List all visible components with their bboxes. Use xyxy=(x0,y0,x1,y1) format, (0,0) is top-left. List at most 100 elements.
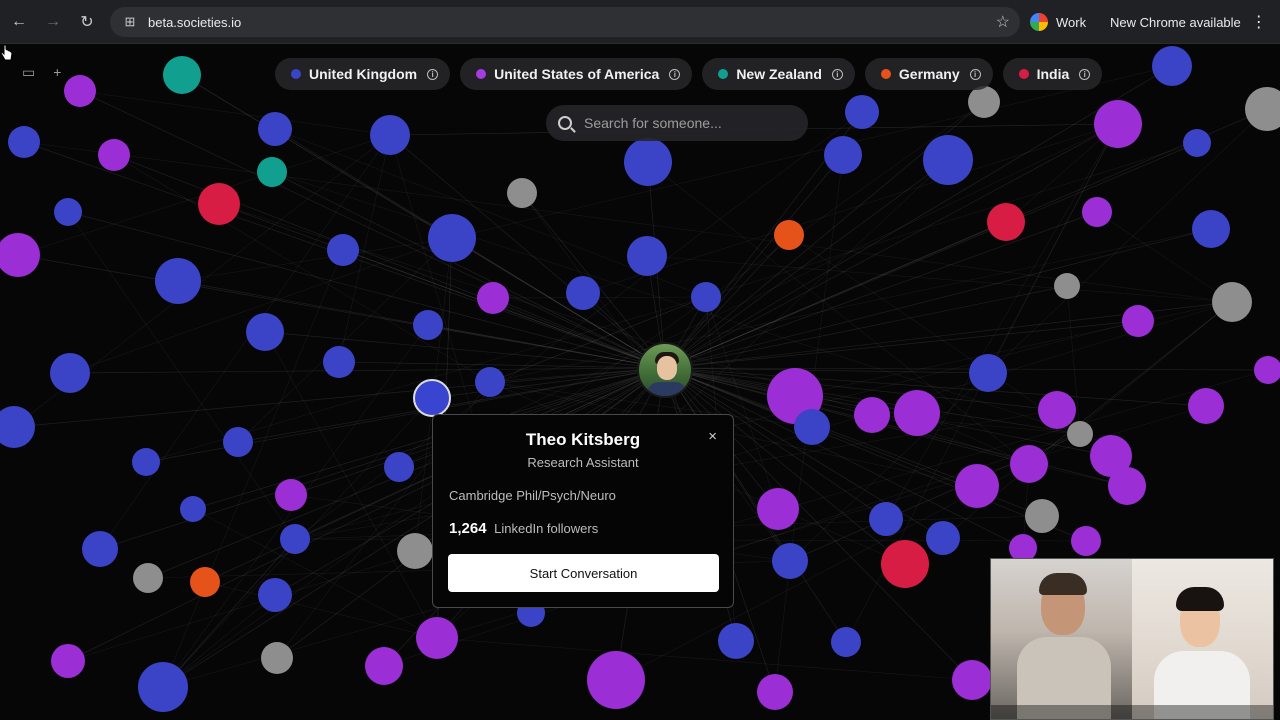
graph-node[interactable] xyxy=(1122,305,1154,337)
search-input[interactable] xyxy=(584,115,804,131)
network-graph-canvas[interactable]: ▭ + United Kingdom i United States of Am… xyxy=(0,44,1280,720)
graph-node[interactable] xyxy=(8,126,40,158)
filter-chip-new-zealand[interactable]: New Zealand i xyxy=(702,58,855,90)
graph-node[interactable] xyxy=(824,136,862,174)
chrome-update-button[interactable]: New Chrome available ⋮ xyxy=(1110,8,1267,36)
graph-node[interactable] xyxy=(275,479,307,511)
graph-node[interactable] xyxy=(955,464,999,508)
graph-node[interactable] xyxy=(627,236,667,276)
graph-node[interactable] xyxy=(1192,210,1230,248)
graph-node[interactable] xyxy=(413,310,443,340)
graph-node[interactable] xyxy=(0,406,35,448)
start-conversation-button[interactable]: Start Conversation xyxy=(448,554,719,592)
graph-node[interactable] xyxy=(969,354,1007,392)
graph-node[interactable] xyxy=(132,448,160,476)
graph-node[interactable] xyxy=(926,521,960,555)
bookmark-star-icon[interactable]: ☆ xyxy=(996,12,1010,32)
graph-node[interactable] xyxy=(51,644,85,678)
back-icon[interactable]: ← xyxy=(4,7,34,37)
graph-node[interactable] xyxy=(327,234,359,266)
add-icon[interactable]: + xyxy=(53,64,61,81)
graph-node[interactable] xyxy=(384,452,414,482)
graph-node[interactable] xyxy=(1067,421,1093,447)
graph-node[interactable] xyxy=(691,282,721,312)
selected-person-photo-node[interactable] xyxy=(637,342,693,398)
graph-node[interactable] xyxy=(163,56,201,94)
filter-chip-india[interactable]: India i xyxy=(1002,58,1103,90)
graph-node[interactable] xyxy=(397,533,433,569)
graph-node[interactable] xyxy=(587,651,645,709)
graph-node[interactable] xyxy=(1082,197,1112,227)
graph-node[interactable] xyxy=(246,313,284,351)
graph-node[interactable] xyxy=(831,627,861,657)
graph-node[interactable] xyxy=(881,540,929,588)
graph-node[interactable] xyxy=(54,198,82,226)
graph-node[interactable] xyxy=(428,214,476,262)
forward-icon[interactable]: → xyxy=(38,7,68,37)
graph-node[interactable] xyxy=(854,397,890,433)
graph-node[interactable] xyxy=(1152,46,1192,86)
filter-chip-united-states[interactable]: United States of America i xyxy=(460,58,693,90)
address-bar[interactable]: ⊞ beta.societies.io ☆ xyxy=(110,7,1020,37)
graph-node[interactable] xyxy=(365,647,403,685)
graph-node[interactable] xyxy=(869,502,903,536)
graph-node[interactable] xyxy=(845,95,879,129)
site-info-icon[interactable]: ⊞ xyxy=(116,11,144,33)
menu-kebab-icon[interactable]: ⋮ xyxy=(1251,12,1267,32)
info-icon[interactable]: i xyxy=(1079,68,1091,80)
graph-node[interactable] xyxy=(718,623,754,659)
filter-chip-united-kingdom[interactable]: United Kingdom i xyxy=(275,58,451,90)
graph-node[interactable] xyxy=(138,662,188,712)
graph-node[interactable] xyxy=(952,660,992,700)
graph-node[interactable] xyxy=(82,531,118,567)
graph-node[interactable] xyxy=(190,567,220,597)
profile-button[interactable]: Work xyxy=(1030,8,1086,36)
graph-node[interactable] xyxy=(323,346,355,378)
graph-node[interactable] xyxy=(64,75,96,107)
graph-node[interactable] xyxy=(1025,499,1059,533)
graph-node[interactable] xyxy=(1071,526,1101,556)
graph-node[interactable] xyxy=(1108,467,1146,505)
close-icon[interactable]: × xyxy=(708,428,717,445)
graph-node[interactable] xyxy=(280,524,310,554)
graph-node[interactable] xyxy=(258,112,292,146)
info-icon[interactable]: i xyxy=(831,68,843,80)
graph-node[interactable] xyxy=(624,138,672,186)
graph-node[interactable] xyxy=(566,276,600,310)
graph-node[interactable] xyxy=(223,427,253,457)
graph-node[interactable] xyxy=(987,203,1025,241)
reload-icon[interactable]: ↻ xyxy=(72,7,102,37)
graph-node[interactable] xyxy=(416,617,458,659)
graph-node[interactable] xyxy=(968,86,1000,118)
filter-chip-germany[interactable]: Germany i xyxy=(864,58,993,90)
graph-node[interactable] xyxy=(794,409,830,445)
graph-node[interactable] xyxy=(257,157,287,187)
graph-node[interactable] xyxy=(50,353,90,393)
graph-node[interactable] xyxy=(1183,129,1211,157)
graph-node[interactable] xyxy=(370,115,410,155)
graph-node[interactable] xyxy=(1054,273,1080,299)
info-icon[interactable]: i xyxy=(669,68,681,80)
url-text[interactable]: beta.societies.io xyxy=(148,15,241,30)
graph-node[interactable] xyxy=(413,379,451,417)
graph-node[interactable] xyxy=(477,282,509,314)
graph-node[interactable] xyxy=(198,183,240,225)
graph-node[interactable] xyxy=(1010,445,1048,483)
graph-node[interactable] xyxy=(1212,282,1252,322)
graph-node[interactable] xyxy=(757,488,799,530)
graph-node[interactable] xyxy=(772,543,808,579)
graph-node[interactable] xyxy=(133,563,163,593)
graph-node[interactable] xyxy=(894,390,940,436)
graph-node[interactable] xyxy=(507,178,537,208)
info-icon[interactable]: i xyxy=(969,68,981,80)
graph-node[interactable] xyxy=(1188,388,1224,424)
info-icon[interactable]: i xyxy=(427,68,439,80)
graph-node[interactable] xyxy=(1245,87,1280,131)
graph-node[interactable] xyxy=(98,139,130,171)
graph-node[interactable] xyxy=(258,578,292,612)
graph-node[interactable] xyxy=(757,674,793,710)
graph-node[interactable] xyxy=(155,258,201,304)
graph-node[interactable] xyxy=(475,367,505,397)
graph-node[interactable] xyxy=(261,642,293,674)
graph-node[interactable] xyxy=(0,233,40,277)
